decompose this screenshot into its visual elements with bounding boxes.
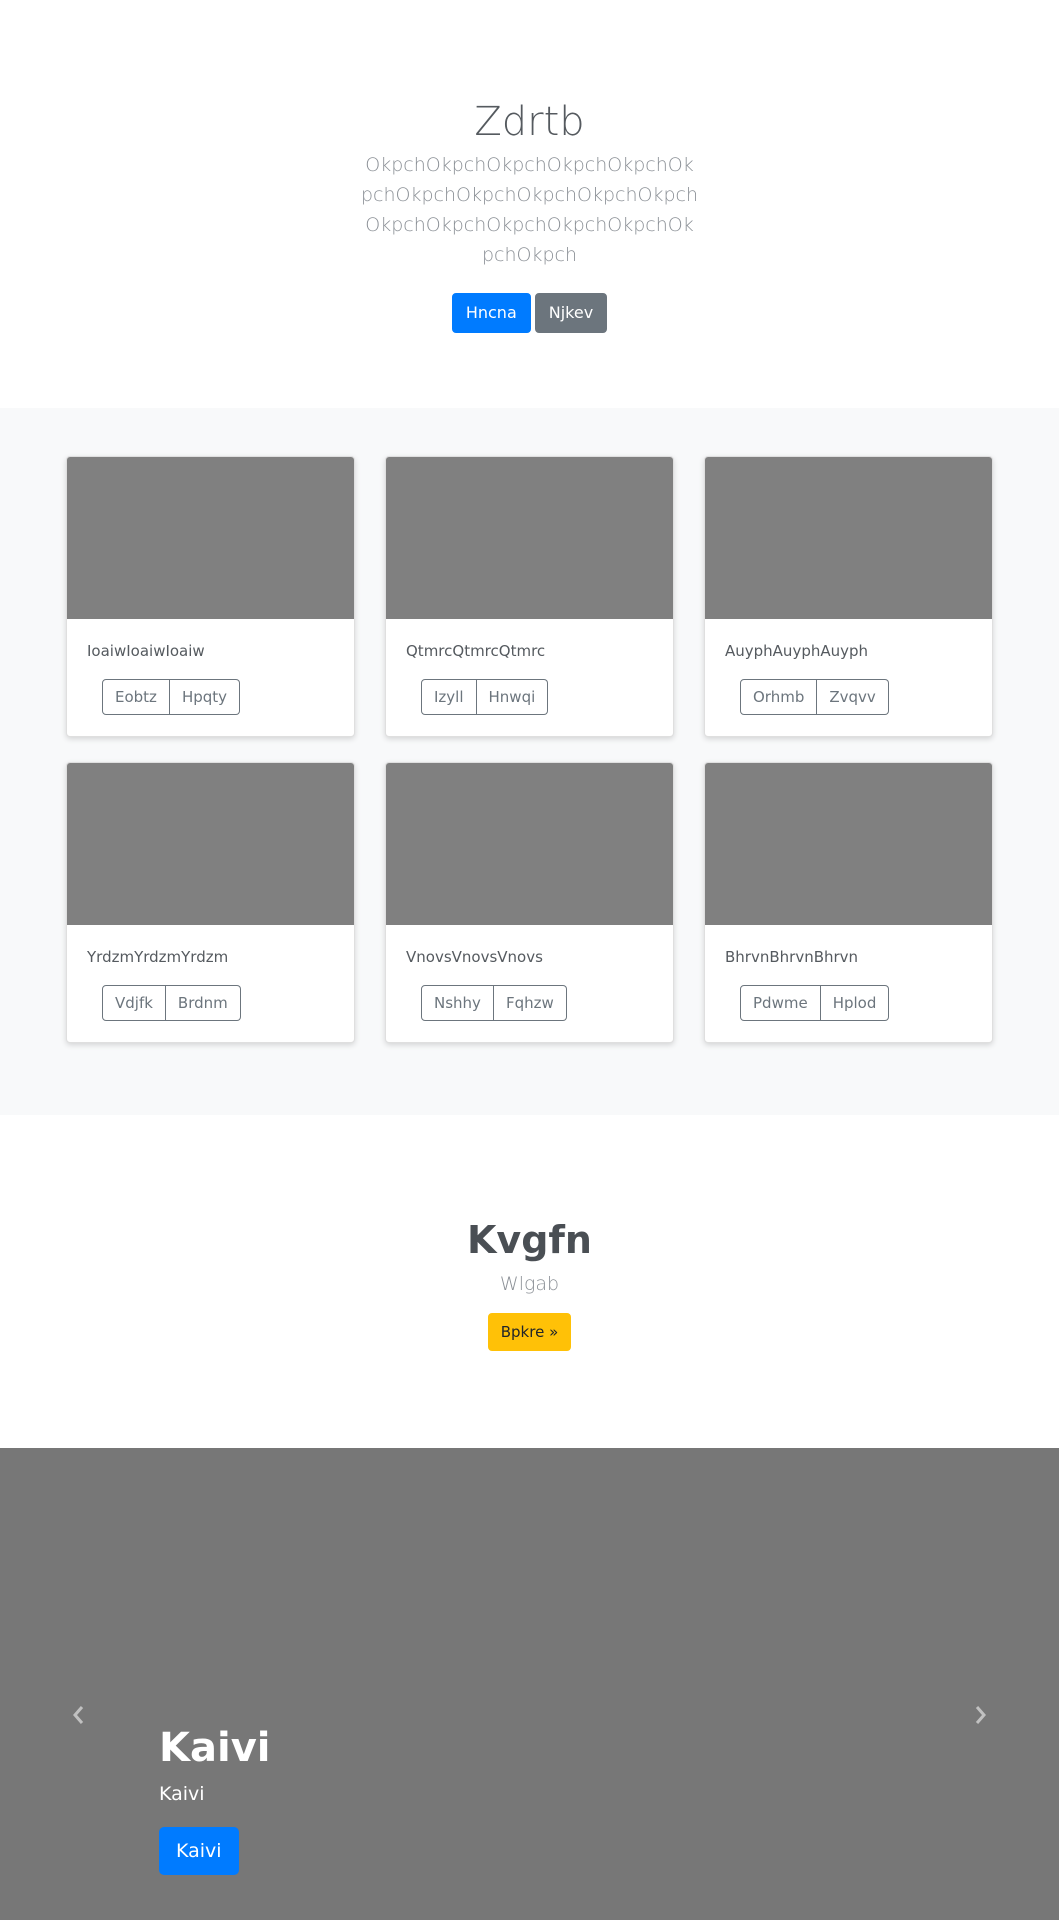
card-text: AuyphAuyphAuyph [725, 642, 869, 660]
card-body: VnovsVnovsVnovs Nshhy Fqhzw [386, 925, 673, 1021]
card-text: IoaiwIoaiwIoaiw [87, 642, 205, 660]
carousel-caption: Kaivi Kaivi Kaivi [159, 1723, 270, 1875]
cta-title: Kvgfn [466, 1218, 592, 1262]
card-text: YrdzmYrdzmYrdzm [87, 948, 229, 966]
chevron-right-icon [975, 1706, 986, 1724]
hero-primary-button[interactable]: Hncna [451, 293, 531, 333]
card-thumbnail [705, 457, 992, 619]
card-button-group: Nshhy Fqhzw [421, 985, 567, 1021]
hero-section: Zdrtb OkpchOkpchOkpchOkpchOkpchOkpchOkpc… [0, 0, 1059, 408]
card-button-group: Orhmb Zvqvv [740, 679, 889, 715]
card-thumbnail [67, 763, 354, 925]
card: VnovsVnovsVnovs Nshhy Fqhzw [385, 762, 674, 1043]
chevron-left-icon [73, 1706, 84, 1724]
card-button-group: Eobtz Hpqty [102, 679, 241, 715]
carousel-next-button[interactable] [965, 1700, 995, 1730]
hero-secondary-button[interactable]: Njkev [534, 293, 608, 333]
carousel-text: Kaivi [159, 1783, 205, 1805]
card-body: IoaiwIoaiwIoaiw Eobtz Hpqty [67, 619, 354, 715]
cta-subtitle: Wlgab [499, 1273, 560, 1295]
hero-title: Zdrtb [474, 99, 585, 145]
card-grid: IoaiwIoaiwIoaiw Eobtz Hpqty QtmrcQtmrcQt… [66, 456, 993, 1043]
card: YrdzmYrdzmYrdzm Vdjfk Brdnm [66, 762, 355, 1043]
card-button-group: Pdwme Hplod [740, 985, 890, 1021]
carousel-title: Kaivi [159, 1725, 271, 1771]
hero-lead: OkpchOkpchOkpchOkpchOkpchOkpchOkpchOkpch… [360, 154, 699, 266]
card-body: AuyphAuyphAuyph Orhmb Zvqvv [705, 619, 992, 715]
carousel-button[interactable]: Kaivi [159, 1827, 239, 1875]
card-button-2[interactable]: Brdnm [165, 985, 241, 1021]
card-text: QtmrcQtmrcQtmrc [406, 642, 546, 660]
card-thumbnail [386, 763, 673, 925]
card: BhrvnBhrvnBhrvn Pdwme Hplod [704, 762, 993, 1043]
card: QtmrcQtmrcQtmrc Izyll Hnwqi [385, 456, 674, 737]
carousel: Kaivi Kaivi Kaivi [0, 1448, 1059, 1920]
card-button-group: Vdjfk Brdnm [102, 985, 241, 1021]
card-button-1[interactable]: Orhmb [740, 679, 818, 715]
card-button-1[interactable]: Izyll [421, 679, 477, 715]
cta-button[interactable]: Bpkre » [487, 1313, 572, 1351]
card-button-2[interactable]: Hplod [820, 985, 890, 1021]
card-button-1[interactable]: Eobtz [102, 679, 170, 715]
card-button-2[interactable]: Hnwqi [476, 679, 549, 715]
hero-buttons: Hncna Njkev [0, 293, 1059, 333]
card-thumbnail [386, 457, 673, 619]
card-thumbnail [67, 457, 354, 619]
card-button-2[interactable]: Hpqty [169, 679, 241, 715]
card-button-2[interactable]: Zvqvv [817, 679, 889, 715]
card-text: VnovsVnovsVnovs [406, 948, 543, 966]
card-text: BhrvnBhrvnBhrvn [725, 948, 859, 966]
card-body: BhrvnBhrvnBhrvn Pdwme Hplod [705, 925, 992, 1021]
card-body: YrdzmYrdzmYrdzm Vdjfk Brdnm [67, 925, 354, 1021]
card-body: QtmrcQtmrcQtmrc Izyll Hnwqi [386, 619, 673, 715]
album-section: IoaiwIoaiwIoaiw Eobtz Hpqty QtmrcQtmrcQt… [0, 408, 1059, 1115]
card-button-1[interactable]: Pdwme [740, 985, 821, 1021]
card-button-1[interactable]: Nshhy [421, 985, 494, 1021]
carousel-prev-button[interactable] [64, 1700, 94, 1730]
card-thumbnail [705, 763, 992, 925]
card-button-2[interactable]: Fqhzw [493, 985, 567, 1021]
card: IoaiwIoaiwIoaiw Eobtz Hpqty [66, 456, 355, 737]
cta-section: Kvgfn Wlgab Bpkre » [0, 1115, 1059, 1448]
card: AuyphAuyphAuyph Orhmb Zvqvv [704, 456, 993, 737]
card-button-group: Izyll Hnwqi [421, 679, 549, 715]
card-button-1[interactable]: Vdjfk [102, 985, 166, 1021]
